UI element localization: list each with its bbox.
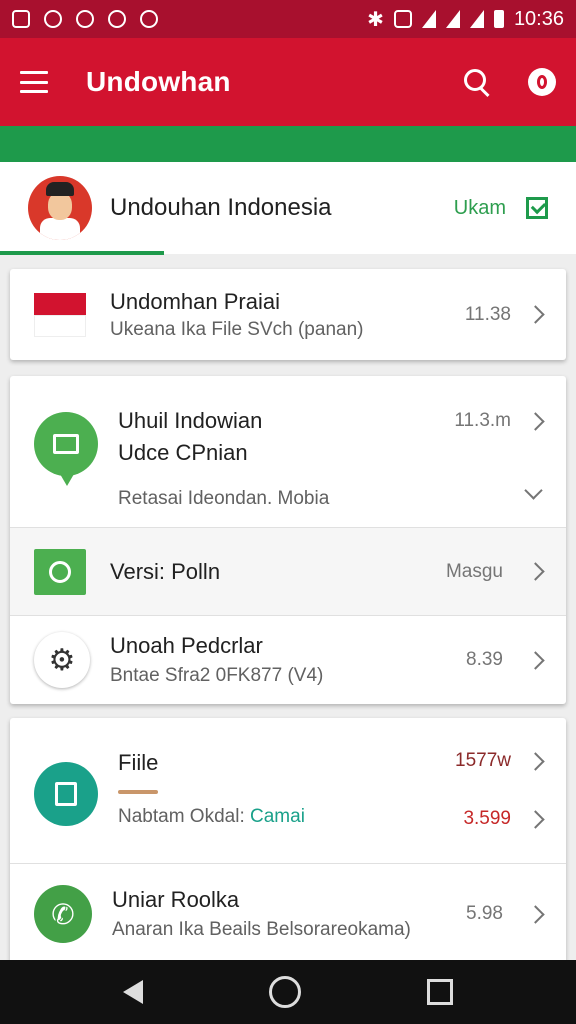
item-subtitle: Bntae Sfra2 0FK877 (V4)	[110, 665, 324, 686]
chevron-right-icon	[526, 904, 545, 924]
item-title: Versi: Polln	[110, 558, 221, 584]
chevron-right-icon	[526, 809, 545, 829]
progress-indicator	[0, 251, 164, 255]
search-icon[interactable]	[462, 67, 492, 98]
record-notification-icon	[76, 10, 94, 28]
location-notification-icon	[140, 10, 158, 28]
chat-bubble-icon	[34, 412, 98, 486]
item-title: Uhuil Indowian	[118, 408, 263, 433]
checkbox-icon[interactable]	[526, 197, 548, 219]
item-title-line2: Udce CPnian	[118, 440, 248, 465]
list-item[interactable]: Uhuil Indowian Udce CPnian Retasai Ideon…	[10, 376, 566, 527]
list-item[interactable]: Versi: Polln Masgu	[10, 527, 566, 615]
navigation-bar	[0, 960, 576, 1024]
item-subtitle: Nabtam Okdal:	[118, 806, 245, 827]
list-item[interactable]: Undomhan Praiai Ukeana Ika File SVch (pa…	[10, 269, 566, 360]
card-details: Uhuil Indowian Udce CPnian Retasai Ideon…	[10, 376, 566, 704]
item-title: Uniar Roolka	[112, 887, 240, 912]
green-banner	[0, 126, 576, 162]
profile-title: Undouhan Indonesia	[110, 194, 332, 221]
signal-icon	[445, 10, 460, 28]
decor-line	[118, 790, 158, 794]
header-action-link[interactable]: Ukam	[454, 197, 506, 220]
item-meta: 11.38	[464, 303, 511, 325]
menu-icon[interactable]	[20, 71, 48, 93]
wifi-icon	[421, 10, 436, 28]
chevron-right-icon	[526, 751, 545, 771]
app-title: Undowhan	[86, 66, 231, 97]
item-meta: 11.3.m	[454, 410, 511, 431]
item-subtitle-highlight: Camai	[250, 806, 305, 827]
card-primary: Undomhan Praiai Ukeana Ika File SVch (pa…	[10, 269, 566, 360]
item-meta: 5.98	[466, 903, 503, 924]
list-item[interactable]: Fiile Nabtam Okdal: Camai 1577w 3.599	[10, 718, 566, 863]
item-meta: Masgu	[445, 560, 503, 582]
chevron-right-icon	[526, 650, 545, 670]
document-icon	[34, 762, 98, 826]
list-item[interactable]: ✆ Uniar Roolka Anaran Ika Beails Belsora…	[10, 863, 566, 964]
bluetooth-icon: ✱	[367, 8, 384, 31]
phone-icon: ✆	[34, 885, 92, 943]
list-item[interactable]: ⚙ Unoah Pedcrlar Bntae Sfra2 0FK877 (V4)…	[10, 615, 566, 704]
gear-icon: ⚙	[34, 632, 90, 688]
link-notification-icon	[108, 10, 126, 28]
alarm-notification-icon	[44, 10, 62, 28]
item-title: Unoah Pedcrlar	[110, 633, 263, 658]
card-files: Fiile Nabtam Okdal: Camai 1577w 3.599 ✆ …	[10, 718, 566, 964]
avatar	[28, 176, 92, 240]
signal-icon-2	[469, 10, 484, 28]
app-toolbar: Undowhan	[0, 38, 576, 126]
indonesia-flag-icon	[34, 292, 86, 337]
profile-header[interactable]: Undouhan Indonesia Ukam	[0, 162, 576, 254]
item-meta: 8.39	[466, 649, 503, 670]
battery-icon	[493, 10, 504, 28]
home-icon[interactable]	[269, 976, 301, 1008]
back-icon[interactable]	[123, 980, 143, 1004]
recents-icon[interactable]	[427, 979, 453, 1005]
status-bar: ✱ 10:36	[0, 0, 576, 38]
item-meta: 1577w	[455, 750, 511, 771]
chevron-right-icon	[526, 411, 545, 431]
chevron-down-icon[interactable]	[524, 481, 543, 500]
item-title: Undomhan Praiai	[110, 288, 280, 314]
chevron-right-icon	[526, 305, 545, 324]
account-icon[interactable]	[528, 68, 556, 96]
item-title: Fiile	[118, 750, 159, 775]
vibrate-icon	[393, 10, 412, 28]
item-subtitle: Retasai Ideondan. Mobia	[118, 488, 330, 509]
gallery-notification-icon	[12, 10, 30, 28]
green-square-icon	[34, 548, 86, 595]
item-subtitle: Anaran Ika Beails Belsorareokama)	[112, 919, 411, 940]
item-meta-secondary: 3.599	[463, 808, 511, 829]
chevron-right-icon	[526, 562, 545, 581]
status-time: 10:36	[513, 7, 564, 30]
item-subtitle: Ukeana Ika File SVch (panan)	[110, 318, 364, 340]
